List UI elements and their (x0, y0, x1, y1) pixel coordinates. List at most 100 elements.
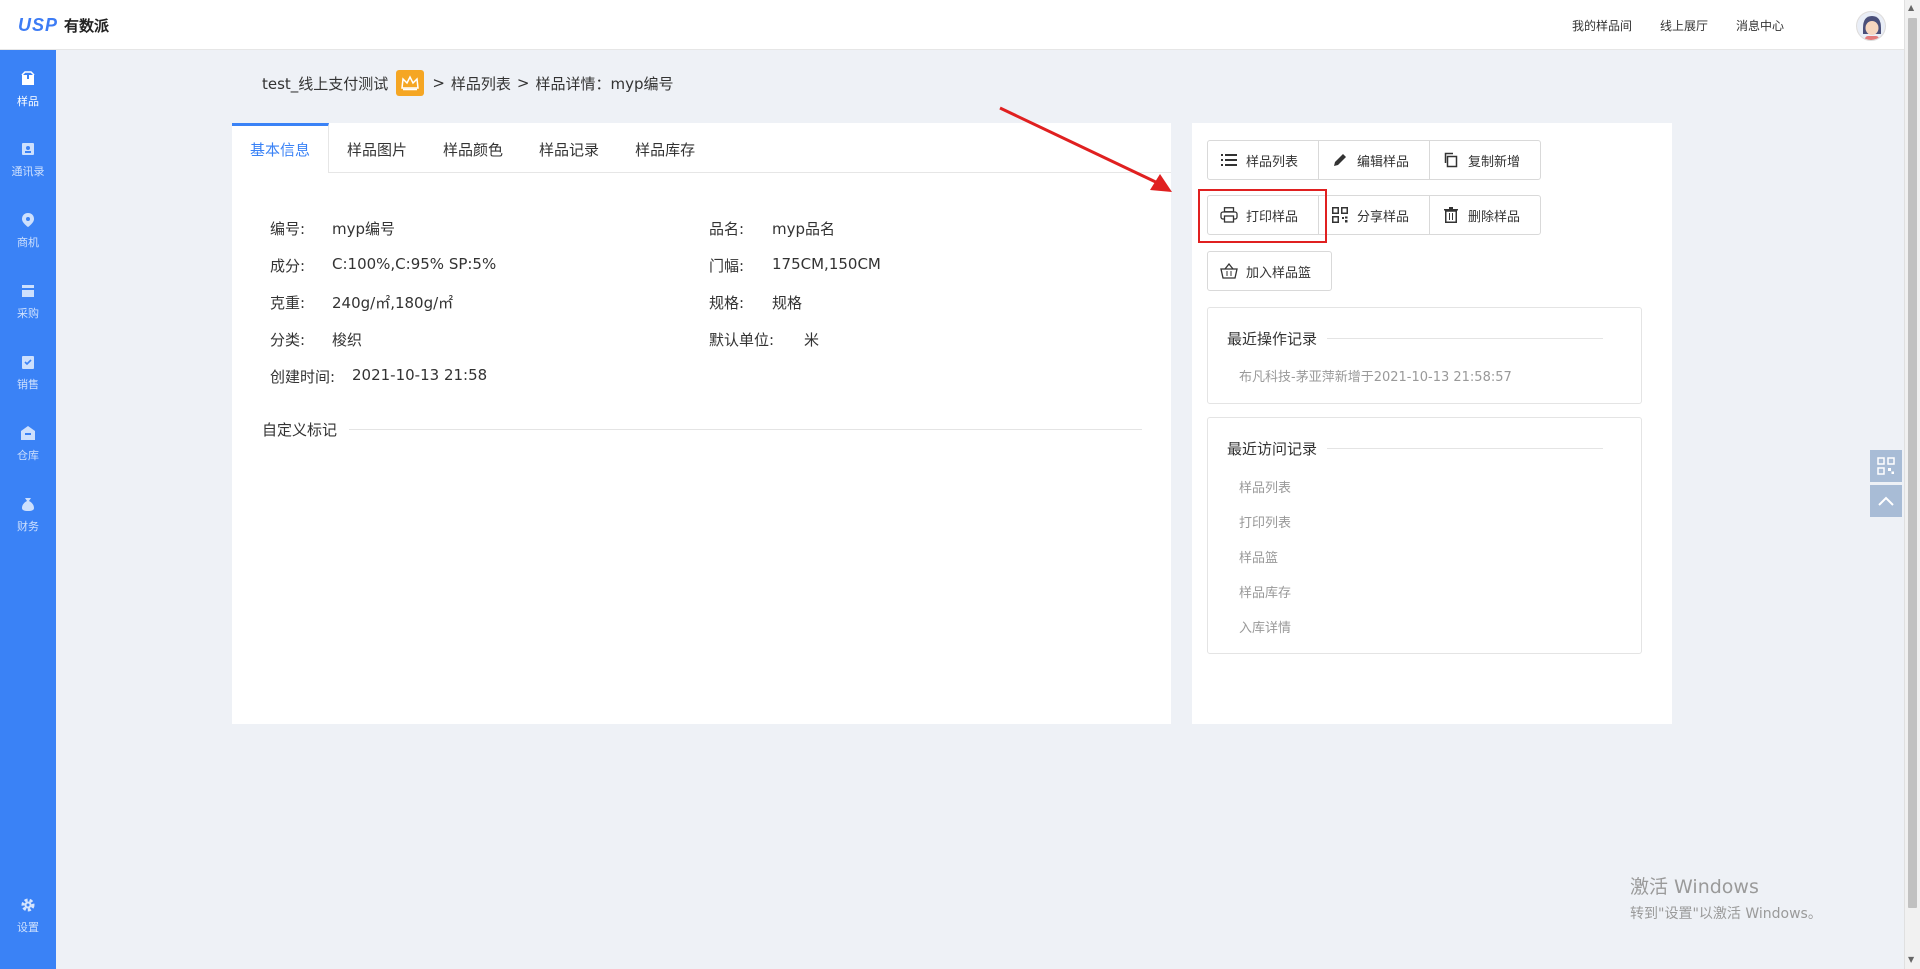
sidebar-item-samples[interactable]: 样品 (0, 62, 56, 118)
breadcrumb-sample-list[interactable]: 样品列表 (451, 73, 511, 94)
info-label: 克重: (270, 294, 306, 312)
sidebar-item-opportunities[interactable]: 商机 (0, 203, 56, 259)
logo-mark: USP (18, 14, 59, 35)
sidebar-item-label: 销售 (17, 378, 39, 391)
info-category: 分类: 梭织 (270, 329, 362, 350)
info-value: myp品名 (772, 220, 836, 238)
watermark-subtitle: 转到"设置"以激活 Windows。 (1630, 906, 1822, 922)
recent-visit-link[interactable]: 样品列表 (1239, 477, 1291, 496)
qr-code-float-button[interactable] (1870, 450, 1902, 482)
contacts-icon (20, 141, 36, 157)
sidebar-item-settings[interactable]: 设置 (0, 888, 56, 944)
sidebar-item-finance[interactable]: 财务 (0, 487, 56, 543)
breadcrumb-separator: > (432, 74, 445, 92)
breadcrumb-separator: > (516, 74, 530, 92)
avatar[interactable] (1856, 11, 1886, 41)
sidebar-item-contacts[interactable]: 通讯录 (0, 132, 56, 188)
sidebar-item-sales[interactable]: 销售 (0, 345, 56, 401)
info-value: 240g/㎡,180g/㎡ (332, 294, 454, 312)
user-avatar-icon (1857, 12, 1885, 40)
copy-new-button[interactable]: 复制新增 (1430, 141, 1540, 179)
info-name: 品名: myp品名 (709, 218, 835, 239)
delete-sample-button[interactable]: 删除样品 (1430, 196, 1540, 234)
sidebar-item-label: 通讯录 (11, 165, 45, 178)
share-sample-button[interactable]: 分享样品 (1319, 196, 1431, 234)
action-row-3: 加入样品篮 (1207, 251, 1333, 291)
sidebar: 样品 通讯录 商机 采购 销售 仓库 财务 设置 (0, 50, 56, 969)
pencil-icon (1331, 151, 1349, 169)
info-label: 默认单位: (709, 331, 775, 349)
printer-icon (1220, 206, 1238, 224)
recent-visit-link[interactable]: 样品库存 (1239, 582, 1291, 601)
logo-text: 有数派 (64, 16, 110, 35)
my-sample-room-link[interactable]: 我的样品间 (1572, 17, 1632, 34)
scroll-up-icon[interactable]: ▲ (1908, 3, 1914, 12)
online-showroom-link[interactable]: 线上展厅 (1660, 17, 1708, 34)
custom-mark-section: 自定义标记 (262, 419, 1142, 439)
basket-icon (1220, 262, 1238, 280)
divider (1327, 448, 1603, 449)
tab-sample-records[interactable]: 样品记录 (521, 123, 617, 173)
action-row-1: 样品列表 编辑样品 复制新增 (1207, 140, 1542, 180)
top-links: 我的样品间 线上展厅 消息中心 (1572, 0, 1784, 50)
button-label: 复制新增 (1468, 154, 1521, 170)
sidebar-item-label: 仓库 (17, 449, 39, 462)
info-label: 创建时间: (270, 368, 336, 386)
tab-basic-info[interactable]: 基本信息 (232, 123, 330, 173)
recent-operations-title: 最近操作记录 (1227, 328, 1603, 349)
box-icon (20, 71, 36, 87)
sidebar-item-warehouse[interactable]: 仓库 (0, 416, 56, 472)
sidebar-item-label: 财务 (17, 520, 39, 533)
breadcrumb-company[interactable]: test_线上支付测试 (262, 73, 388, 94)
info-value: 2021-10-13 21:58 (352, 366, 488, 384)
action-row-2: 打印样品 分享样品 删除样品 (1207, 195, 1542, 235)
sidebar-item-label: 采购 (17, 307, 39, 320)
sidebar-item-label: 商机 (17, 236, 39, 249)
tab-sample-colors[interactable]: 样品颜色 (425, 123, 521, 173)
recent-visit-link[interactable]: 入库详情 (1239, 617, 1291, 636)
sample-list-button[interactable]: 样品列表 (1208, 141, 1320, 179)
windows-activation-watermark: 激活 Windows 转到"设置"以激活 Windows。 (1630, 872, 1822, 923)
info-label: 分类: (270, 331, 306, 349)
scroll-down-icon[interactable]: ▼ (1908, 955, 1914, 964)
copy-icon (1442, 151, 1460, 169)
tab-sample-inventory[interactable]: 样品库存 (617, 123, 713, 173)
recent-visits-card: 最近访问记录 样品列表 打印列表 样品篮 样品库存 入库详情 (1207, 417, 1642, 654)
warehouse-icon (20, 425, 36, 441)
gear-icon (20, 897, 36, 913)
button-label: 分享样品 (1357, 209, 1410, 225)
breadcrumb-current: 样品详情：myp编号 (535, 74, 674, 93)
qr-code-icon (1877, 457, 1895, 475)
clipboard-icon (20, 354, 36, 370)
recent-visit-link[interactable]: 打印列表 (1239, 512, 1291, 531)
card-title-text: 最近访问记录 (1227, 440, 1318, 458)
info-value: 米 (804, 331, 820, 349)
scroll-thumb[interactable] (1908, 18, 1917, 908)
cart-icon (20, 283, 36, 299)
button-label: 编辑样品 (1357, 154, 1410, 170)
info-width: 门幅: 175CM,150CM (709, 255, 881, 276)
info-value: myp编号 (332, 220, 396, 238)
info-value: C:100%,C:95% SP:5% (332, 255, 497, 273)
edit-sample-button[interactable]: 编辑样品 (1319, 141, 1431, 179)
info-unit: 默认单位: 米 (709, 329, 819, 350)
tab-bar: 基本信息 样品图片 样品颜色 样品记录 样品库存 (232, 123, 1171, 173)
back-to-top-button[interactable] (1870, 485, 1902, 517)
info-label: 成分: (270, 257, 306, 275)
info-code: 编号: myp编号 (270, 218, 395, 239)
print-sample-button[interactable]: 打印样品 (1208, 196, 1320, 234)
add-to-basket-button[interactable]: 加入样品篮 (1208, 252, 1331, 290)
sidebar-item-purchase[interactable]: 采购 (0, 274, 56, 330)
app-logo[interactable]: USP 有数派 (18, 14, 109, 36)
info-composition: 成分: C:100%,C:95% SP:5% (270, 255, 496, 276)
info-label: 门幅: (709, 257, 745, 275)
message-center-link[interactable]: 消息中心 (1736, 17, 1784, 34)
breadcrumb: test_线上支付测试 > 样品列表 > 样品详情：myp编号 (262, 70, 674, 96)
info-label: 编号: (270, 220, 306, 238)
recent-visit-link[interactable]: 样品篮 (1239, 547, 1278, 566)
page-scrollbar[interactable]: ▲ ▼ (1904, 0, 1920, 969)
recent-visits-title: 最近访问记录 (1227, 438, 1603, 459)
tab-sample-images[interactable]: 样品图片 (329, 123, 425, 173)
watermark-title: 激活 Windows (1630, 876, 1759, 898)
info-value: 175CM,150CM (772, 255, 881, 273)
